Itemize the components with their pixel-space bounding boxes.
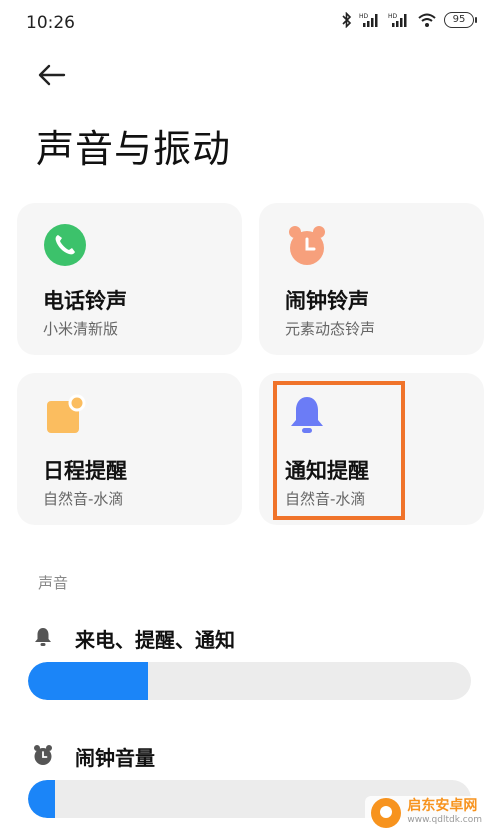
card-subtitle: 自然音-水滴 (43, 490, 124, 508)
card-title: 电话铃声 (43, 289, 127, 313)
bluetooth-icon (342, 12, 352, 28)
calendar-note-icon (47, 394, 86, 433)
section-label-sound: 声音 (38, 574, 69, 592)
card-subtitle: 元素动态铃声 (285, 320, 376, 338)
watermark-url: www.qdltdk.com (407, 815, 482, 825)
volume-label-ring: 来电、提醒、通知 (75, 628, 235, 652)
card-subtitle: 小米清新版 (43, 320, 119, 338)
ringtone-card[interactable]: 电话铃声 小米清新版 (17, 203, 242, 355)
volume-slider-ring[interactable] (28, 662, 471, 700)
watermark: 启东安卓网 www.qdltdk.com (365, 796, 488, 830)
arrow-left-icon (38, 64, 66, 86)
page-title: 声音与振动 (36, 127, 232, 171)
volume-slider-fill (28, 780, 55, 818)
highlight-box (273, 381, 405, 520)
calendar-reminder-card[interactable]: 日程提醒 自然音-水滴 (17, 373, 242, 525)
phone-icon (44, 224, 86, 266)
status-icons: HD HD 95 (342, 12, 477, 28)
watermark-logo-icon (371, 798, 402, 828)
card-title: 闹钟铃声 (285, 289, 369, 313)
status-bar: 10:26 HD HD 95 (0, 0, 500, 46)
alarm-clock-icon (289, 226, 325, 265)
alarm-clock-icon (34, 745, 52, 765)
signal-hd-icon: HD (388, 12, 410, 28)
back-button[interactable] (36, 62, 68, 88)
svg-text:HD: HD (388, 13, 398, 20)
bell-icon (35, 628, 51, 646)
alarm-ringtone-card[interactable]: 闹钟铃声 元素动态铃声 (259, 203, 484, 355)
volume-slider-fill (28, 662, 148, 700)
signal-hd-icon: HD (359, 12, 381, 28)
svg-text:HD: HD (359, 13, 369, 20)
card-title: 日程提醒 (43, 459, 127, 483)
status-time: 10:26 (26, 13, 75, 33)
watermark-text: 启东安卓网 (407, 798, 478, 814)
battery-icon: 95 (444, 12, 477, 28)
wifi-icon (417, 12, 437, 28)
volume-label-alarm: 闹钟音量 (75, 746, 155, 770)
